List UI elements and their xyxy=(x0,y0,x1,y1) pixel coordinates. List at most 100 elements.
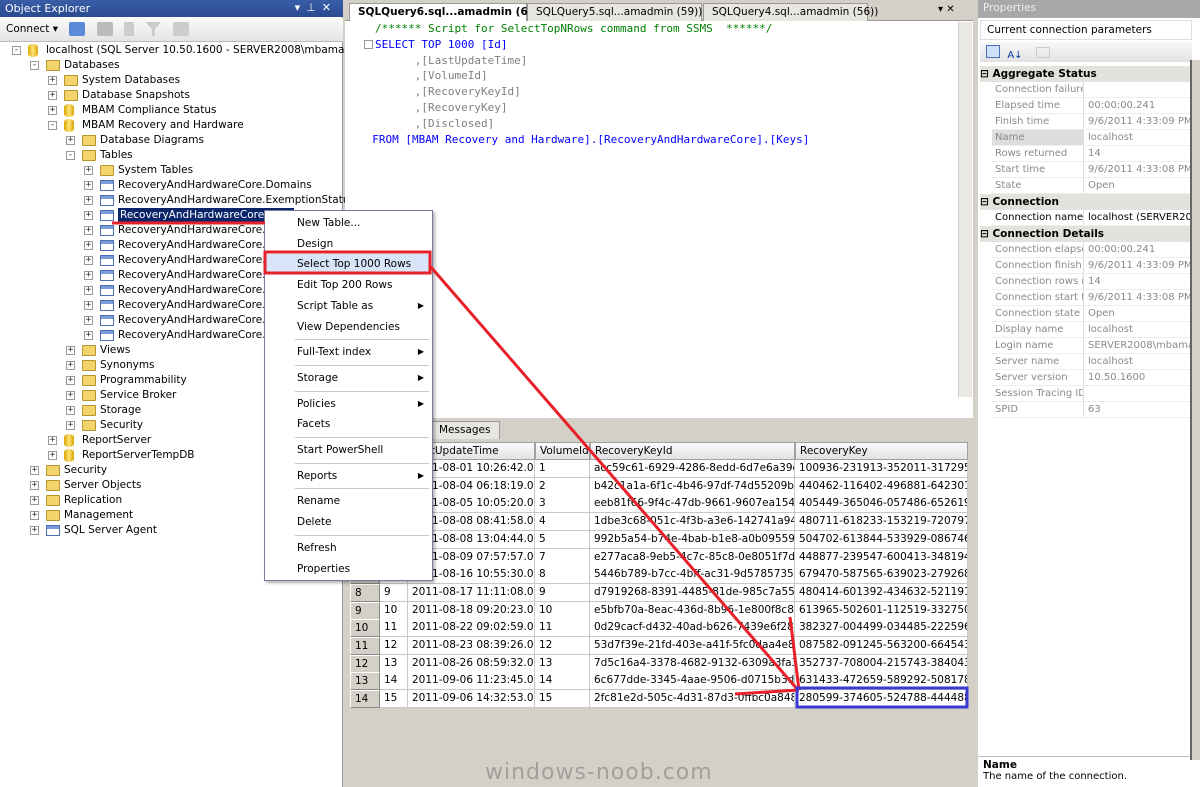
expand-icon[interactable]: + xyxy=(66,376,75,385)
row-header[interactable]: 11 xyxy=(350,637,380,655)
grid-cell[interactable]: 11 xyxy=(380,619,408,638)
grid-cell[interactable]: 13 xyxy=(535,654,590,673)
grid-cell[interactable]: 2011-08-26 08:59:32.000 xyxy=(408,654,535,673)
grid-cell[interactable]: 2011-08-17 11:11:08.000 xyxy=(408,583,535,602)
property-name[interactable]: Login name xyxy=(992,338,1084,354)
grid-cell[interactable]: 12 xyxy=(380,637,408,655)
editor-tab[interactable]: SQLQuery4.sql...amadmin (56)) xyxy=(703,3,878,21)
collapse-icon[interactable]: ⊟ xyxy=(980,228,992,240)
property-value[interactable]: 00:00:00.241 xyxy=(1085,98,1190,114)
grid-cell[interactable]: 2011-08-22 09:02:59.000 xyxy=(408,619,535,638)
categorized-icon[interactable] xyxy=(986,45,1000,58)
menu-item[interactable]: Storage ▶ xyxy=(265,368,432,388)
property-name[interactable]: Server name xyxy=(992,354,1084,370)
expand-icon[interactable]: + xyxy=(48,76,57,85)
property-name[interactable]: Display name xyxy=(992,322,1084,338)
editor-tab[interactable]: SQLQuery6.sql...amadmin (63)) xyxy=(349,3,545,22)
expand-icon[interactable]: + xyxy=(84,196,93,205)
collapse-region-icon[interactable] xyxy=(364,40,373,49)
menu-item[interactable]: Select Top 1000 Rows xyxy=(265,254,432,275)
property-value[interactable]: 9/6/2011 4:33:09 PM xyxy=(1085,114,1190,130)
column-header[interactable]: RecoveryKeyId xyxy=(590,442,795,460)
row-header[interactable]: 13 xyxy=(350,672,380,691)
expand-icon[interactable]: + xyxy=(84,331,93,340)
grid-cell[interactable]: 087582-091245-563200-664543-2447 xyxy=(795,637,968,655)
property-name[interactable]: Connection finish tir xyxy=(992,258,1084,274)
expand-icon[interactable]: + xyxy=(84,211,93,220)
grid-cell[interactable]: 2fc81e2d-505c-4d31-87d3-0ffbc0a8487d xyxy=(590,690,795,709)
expand-icon[interactable]: + xyxy=(30,526,39,535)
property-name[interactable]: Connection start tin xyxy=(992,290,1084,306)
grid-cell[interactable]: 679470-587565-639023-279268-1494 xyxy=(795,566,968,585)
grid-cell[interactable]: b42c1a1a-6f1c-4b46-97df-74d55209bbec xyxy=(590,477,795,496)
property-name[interactable]: Finish time xyxy=(992,114,1084,130)
property-name[interactable]: Server version xyxy=(992,370,1084,386)
collapse-icon[interactable]: ⊟ xyxy=(980,196,992,208)
property-value[interactable] xyxy=(1085,386,1190,402)
grid-cell[interactable]: 10 xyxy=(380,601,408,620)
property-value[interactable]: 14 xyxy=(1085,274,1190,290)
grid-cell[interactable]: acc59c61-6929-4286-8edd-6d7e6a39c2eb xyxy=(590,460,795,478)
grid-cell[interactable]: 2011-08-18 09:20:23.000 xyxy=(408,601,535,620)
grid-cell[interactable]: 2011-08-23 08:39:26.000 xyxy=(408,637,535,655)
menu-item[interactable]: Design xyxy=(265,234,432,254)
menu-item[interactable]: Edit Top 200 Rows xyxy=(265,275,432,295)
grid-cell[interactable]: 0d29cacf-d432-40ad-b626-7439e6f281d4 xyxy=(590,619,795,638)
property-category[interactable]: ⊟ Aggregate Status xyxy=(980,66,1190,82)
collapse-icon[interactable]: - xyxy=(66,151,75,160)
refresh-icon[interactable] xyxy=(172,22,189,36)
expand-icon[interactable]: + xyxy=(48,106,57,115)
grid-cell[interactable]: 13 xyxy=(380,654,408,673)
property-value[interactable]: Open xyxy=(1085,306,1190,322)
property-value[interactable]: 10.50.1600 xyxy=(1085,370,1190,386)
grid-cell[interactable]: 9 xyxy=(380,583,408,602)
grid-cell[interactable]: 448877-239547-600413-348194-4728 xyxy=(795,548,968,567)
menu-item[interactable]: Policies ▶ xyxy=(265,394,432,414)
grid-cell[interactable]: 2011-09-06 11:23:45.000 xyxy=(408,672,535,691)
grid-cell[interactable]: 100936-231913-352011-317295-0697 xyxy=(795,460,968,478)
column-header[interactable]: RecoveryKey xyxy=(795,442,968,460)
property-name[interactable]: Start time xyxy=(992,162,1084,178)
grid-cell[interactable]: 10 xyxy=(535,601,590,620)
property-name[interactable]: Connection name xyxy=(992,210,1084,226)
expand-icon[interactable]: + xyxy=(30,496,39,505)
property-value[interactable]: 9/6/2011 4:33:09 PM xyxy=(1085,258,1190,274)
collapse-icon[interactable]: - xyxy=(30,61,39,70)
property-name[interactable]: Name xyxy=(992,130,1084,146)
grid-cell[interactable]: 12 xyxy=(535,637,590,655)
property-name[interactable]: Session Tracing ID xyxy=(992,386,1084,402)
grid-cell[interactable]: 2011-09-06 14:32:53.000 xyxy=(408,690,535,709)
menu-item[interactable]: Rename xyxy=(265,491,432,511)
expand-icon[interactable]: + xyxy=(84,286,93,295)
menu-item[interactable]: Delete xyxy=(265,512,432,532)
property-value[interactable]: 63 xyxy=(1085,402,1190,418)
property-name[interactable]: State xyxy=(992,178,1084,194)
menu-item[interactable]: Script Table as ▶ xyxy=(265,296,432,316)
menu-item[interactable]: Start PowerShell xyxy=(265,440,432,460)
grid-cell[interactable]: 14 xyxy=(380,672,408,691)
connect-icon[interactable] xyxy=(69,22,86,36)
property-value[interactable]: 9/6/2011 4:33:08 PM xyxy=(1085,290,1190,306)
grid-cell[interactable]: 8 xyxy=(535,566,590,585)
expand-icon[interactable]: + xyxy=(48,451,57,460)
grid-cell[interactable]: 11 xyxy=(535,619,590,638)
expand-icon[interactable]: + xyxy=(66,346,75,355)
grid-cell[interactable]: 1dbe3c68-051c-4f3b-a3e6-142741a94ed9 xyxy=(590,513,795,532)
expand-icon[interactable]: + xyxy=(66,361,75,370)
menu-item[interactable]: Refresh xyxy=(265,538,432,558)
grid-cell[interactable]: eeb81f66-9f4c-47db-9661-9607ea15447a xyxy=(590,495,795,514)
expand-icon[interactable]: + xyxy=(84,166,93,175)
row-header[interactable]: 12 xyxy=(350,654,380,673)
grid-cell[interactable]: 280599-374605-524788-444488-700 xyxy=(795,690,968,709)
collapse-icon[interactable]: ⊟ xyxy=(980,68,992,80)
disconnect-icon[interactable] xyxy=(96,22,113,36)
filter-icon[interactable] xyxy=(145,22,162,36)
grid-cell[interactable]: 15 xyxy=(380,690,408,709)
grid-cell[interactable]: 613965-502601-112519-332750-2615 xyxy=(795,601,968,620)
messages-tab[interactable]: Messages xyxy=(430,421,500,439)
property-category[interactable]: ⊟ Connection Details xyxy=(980,226,1190,242)
properties-object-selector[interactable]: Current connection parameters xyxy=(980,20,1192,40)
grid-cell[interactable]: 480414-601392-434632-521191-6050 xyxy=(795,583,968,602)
grid-cell[interactable]: 3 xyxy=(535,495,590,514)
grid-cell[interactable]: 7d5c16a4-3378-4682-9132-6309a3fa3f49 xyxy=(590,654,795,673)
